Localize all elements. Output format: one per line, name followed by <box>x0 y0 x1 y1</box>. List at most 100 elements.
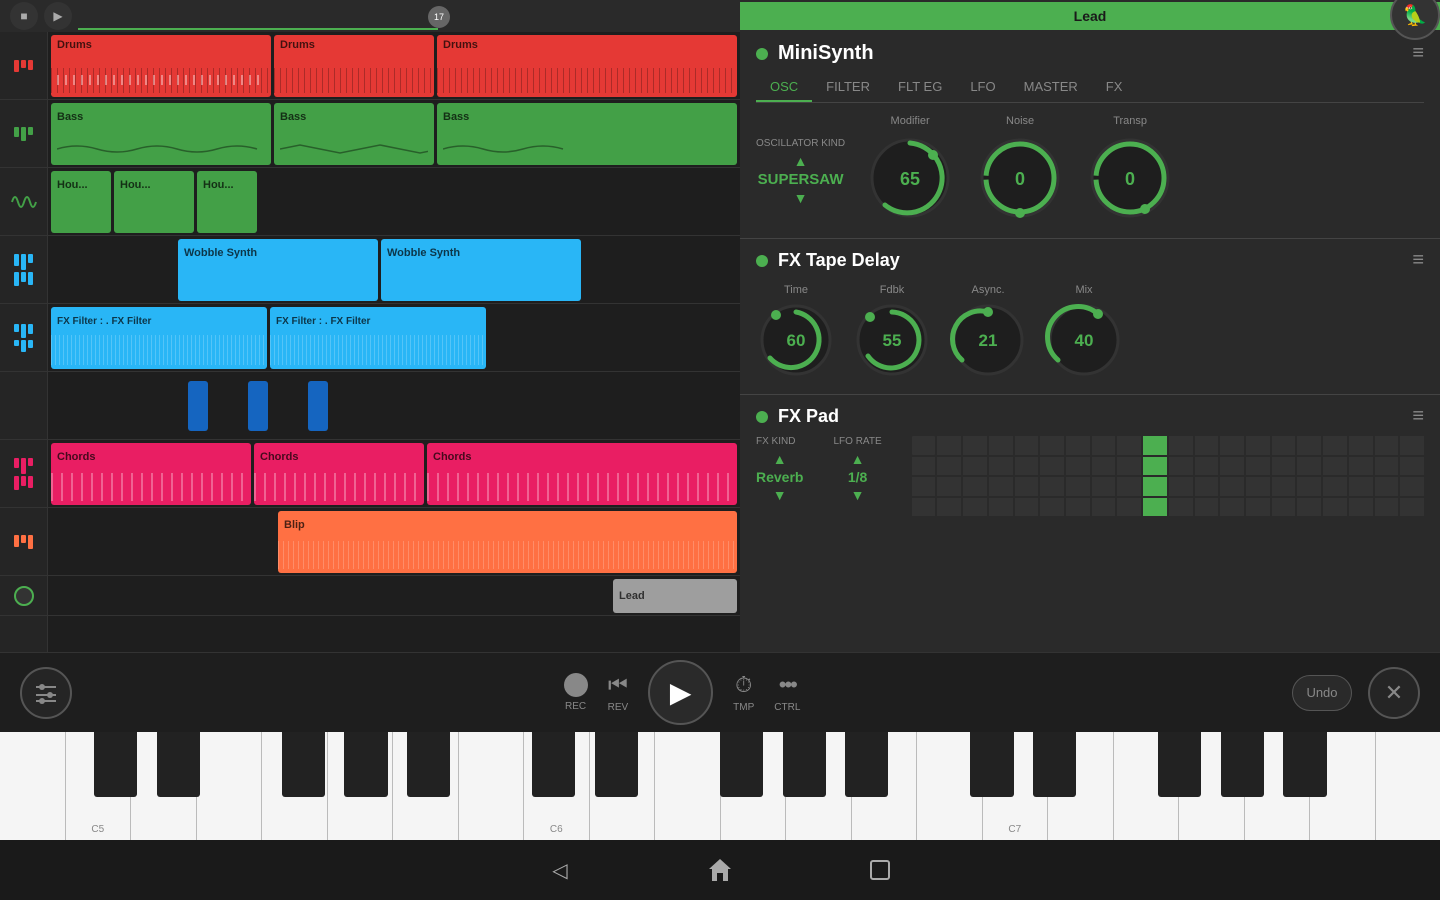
pad-cell[interactable] <box>1117 457 1141 476</box>
white-key-b6[interactable] <box>917 732 983 840</box>
pad-cell[interactable] <box>963 436 987 455</box>
pad-cell[interactable] <box>937 477 961 496</box>
pad-cell[interactable] <box>1015 477 1039 496</box>
white-key-g7[interactable] <box>1245 732 1311 840</box>
noise-knob-wrapper[interactable]: 0 <box>975 133 1065 228</box>
tab-osc[interactable]: OSC <box>756 73 812 102</box>
minisynth-menu[interactable]: ≡ <box>1412 42 1424 65</box>
mixer-button[interactable] <box>20 667 72 719</box>
wobble-track[interactable]: Wobble Synth Wobble Synth <box>48 236 740 304</box>
house-block-3[interactable]: Hou... <box>197 171 257 233</box>
pad-cell[interactable] <box>1272 457 1296 476</box>
pad-cell[interactable] <box>1246 498 1270 517</box>
lead-block-1[interactable]: Lead <box>613 579 737 613</box>
fxfilter-track[interactable]: FX Filter : . FX Filter FX Filter : . FX… <box>48 304 740 372</box>
pad-cell[interactable] <box>912 477 936 496</box>
pad-cell[interactable] <box>1220 457 1244 476</box>
pad-cell[interactable] <box>1349 498 1373 517</box>
blue-block-1[interactable] <box>188 381 208 431</box>
white-key-g5[interactable] <box>328 732 394 840</box>
pad-cell[interactable] <box>1066 436 1090 455</box>
osc-down-arrow[interactable]: ▼ <box>794 190 808 206</box>
pad-cell[interactable] <box>1375 436 1399 455</box>
nav-back-button[interactable]: ◁ <box>540 850 580 890</box>
pad-cell[interactable] <box>1297 436 1321 455</box>
pad-cell[interactable] <box>1375 477 1399 496</box>
pad-cell[interactable] <box>1015 457 1039 476</box>
drums-block-3[interactable]: Drums <box>437 35 737 97</box>
tab-lfo[interactable]: LFO <box>956 73 1009 102</box>
pad-cell[interactable] <box>1169 436 1193 455</box>
pad-cell[interactable] <box>1246 457 1270 476</box>
pad-cell[interactable] <box>989 477 1013 496</box>
tab-master[interactable]: MASTER <box>1010 73 1092 102</box>
fxkind-down-arrow[interactable]: ▼ <box>773 487 787 503</box>
pad-cell[interactable] <box>1195 477 1219 496</box>
pad-cell[interactable] <box>1092 498 1116 517</box>
tab-fx[interactable]: FX <box>1092 73 1137 102</box>
minisynth-active-dot[interactable] <box>756 48 768 60</box>
bass-block-3[interactable]: Bass <box>437 103 737 165</box>
drums-control[interactable] <box>0 32 47 100</box>
pad-cell[interactable] <box>1400 498 1424 517</box>
fx-tape-dot[interactable] <box>756 255 768 267</box>
pad-cell[interactable] <box>912 436 936 455</box>
lead-track[interactable]: Lead <box>48 576 740 616</box>
close-button[interactable]: ✕ <box>1368 667 1420 719</box>
undo-button[interactable]: Undo <box>1292 675 1352 711</box>
pad-cell[interactable] <box>1169 457 1193 476</box>
white-key-c5[interactable]: C5 <box>66 732 132 840</box>
fx-pad-grid[interactable] <box>912 436 1424 516</box>
white-key-e7[interactable] <box>1114 732 1180 840</box>
fxkind-up-arrow[interactable]: ▲ <box>773 451 787 467</box>
white-key-e5[interactable] <box>197 732 263 840</box>
pad-cell[interactable] <box>1349 436 1373 455</box>
nav-recents-button[interactable] <box>860 850 900 890</box>
wobble-block-1[interactable]: Wobble Synth <box>178 239 378 301</box>
white-key-e6[interactable] <box>655 732 721 840</box>
time-knob[interactable]: 60 <box>756 300 836 380</box>
chords-block-3[interactable]: Chords <box>427 443 737 505</box>
house-block-1[interactable]: Hou... <box>51 171 111 233</box>
tmp-button[interactable]: ⏱ TMP <box>733 672 754 713</box>
pad-cell[interactable] <box>1297 457 1321 476</box>
pad-cell[interactable] <box>937 457 961 476</box>
ctrl-button[interactable]: ••• CTRL <box>774 672 800 713</box>
pad-cell[interactable] <box>963 457 987 476</box>
bass-block-1[interactable]: Bass <box>51 103 271 165</box>
pad-cell-active[interactable] <box>1143 477 1167 496</box>
wobble-control[interactable] <box>0 236 47 304</box>
pad-cell[interactable] <box>912 457 936 476</box>
fxfilter-block-1[interactable]: FX Filter : . FX Filter <box>51 307 267 369</box>
pad-cell[interactable] <box>1015 436 1039 455</box>
lforate-down-arrow[interactable]: ▼ <box>851 487 865 503</box>
pad-cell[interactable] <box>1400 436 1424 455</box>
tab-filter[interactable]: FILTER <box>812 73 884 102</box>
fxkind-selector[interactable]: ▲ Reverb ▼ <box>756 451 803 503</box>
pad-cell[interactable] <box>963 477 987 496</box>
pad-cell[interactable] <box>1040 457 1064 476</box>
play-top-button[interactable]: ▶ <box>44 2 72 30</box>
pad-cell[interactable] <box>1323 457 1347 476</box>
white-key-a5[interactable] <box>393 732 459 840</box>
chords-block-2[interactable]: Chords <box>254 443 424 505</box>
pad-cell-active[interactable] <box>1143 498 1167 517</box>
house-track[interactable]: Hou... Hou... Hou... <box>48 168 740 236</box>
pad-cell[interactable] <box>1040 477 1064 496</box>
pad-cell[interactable] <box>1092 457 1116 476</box>
pad-cell[interactable] <box>1117 477 1141 496</box>
blip-block-1[interactable]: Blip <box>278 511 737 573</box>
osc-type-selector[interactable]: ▲ SUPERSAW ▼ <box>756 153 845 206</box>
lead-control[interactable] <box>0 576 47 616</box>
white-key-f5[interactable] <box>262 732 328 840</box>
pad-cell[interactable] <box>1040 498 1064 517</box>
wobble-block-2[interactable]: Wobble Synth <box>381 239 581 301</box>
pad-cell[interactable] <box>912 498 936 517</box>
pad-cell[interactable] <box>1195 498 1219 517</box>
rec-button[interactable]: REC <box>564 673 588 712</box>
pad-cell[interactable] <box>1349 477 1373 496</box>
pad-cell[interactable] <box>1220 498 1244 517</box>
white-key-b7[interactable] <box>1376 732 1440 840</box>
pad-cell[interactable] <box>1015 498 1039 517</box>
white-key-b4[interactable] <box>0 732 66 840</box>
